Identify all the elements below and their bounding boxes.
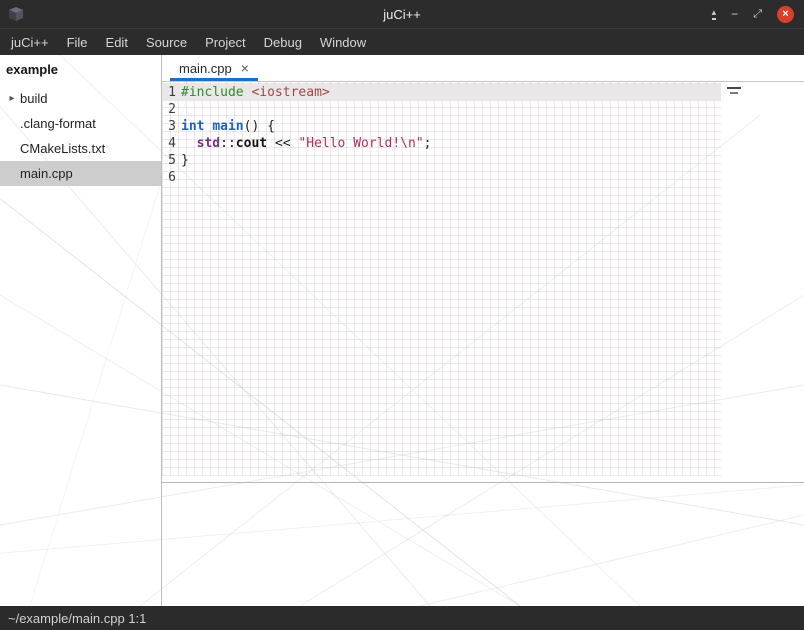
- code-area: 1#include <iostream>23int main() {4 std:…: [162, 84, 804, 186]
- line-number: 3: [162, 118, 176, 135]
- tab-bar: main.cpp ×: [162, 55, 804, 82]
- menu-item-window[interactable]: Window: [311, 29, 375, 55]
- line-number: 5: [162, 152, 176, 169]
- code-line[interactable]: 1#include <iostream>: [162, 84, 721, 101]
- tab-main-cpp[interactable]: main.cpp ×: [170, 55, 258, 81]
- restore-icon[interactable]: ⤢: [753, 9, 762, 20]
- menu-item-edit[interactable]: Edit: [97, 29, 137, 55]
- sidebar: example ▸build .clang-format CMakeLists.tx…: [0, 55, 162, 606]
- line-number: 6: [162, 169, 176, 186]
- code-text: [176, 101, 181, 118]
- output-panel: [162, 483, 804, 606]
- tree-item-label: main.cpp: [20, 166, 73, 181]
- shade-icon[interactable]: ▴: [712, 8, 717, 20]
- code-text: int main() {: [176, 118, 275, 135]
- window-controls: ▴ − ⤢ ×: [712, 6, 804, 23]
- line-number: 2: [162, 101, 176, 118]
- menu-item-juci-[interactable]: juCi++: [2, 29, 58, 55]
- code-line[interactable]: 2: [162, 101, 721, 118]
- code-line[interactable]: 3int main() {: [162, 118, 721, 135]
- menu-item-source[interactable]: Source: [137, 29, 196, 55]
- code-text: std::cout << "Hello World!\n";: [176, 135, 431, 152]
- expander-icon[interactable]: ▸: [0, 93, 20, 104]
- code-line[interactable]: 4 std::cout << "Hello World!\n";: [162, 135, 721, 152]
- tree-item-label: .clang-format: [20, 116, 96, 131]
- tree-item-label: build: [20, 91, 47, 106]
- tree-item-label: CMakeLists.txt: [20, 141, 105, 156]
- project-root-label: example: [0, 55, 161, 86]
- content-area: example ▸build .clang-format CMakeLists.tx…: [0, 55, 804, 606]
- overview-marker: [727, 87, 741, 89]
- status-bar: ~/example/main.cpp 1:1: [0, 606, 804, 630]
- title-bar: juCi++ ▴ − ⤢ ×: [0, 0, 804, 28]
- tree-item--clang-format[interactable]: .clang-format: [0, 111, 161, 136]
- window-title: juCi++: [0, 7, 804, 22]
- code-text: }: [176, 152, 189, 169]
- tab-close-icon[interactable]: ×: [241, 61, 249, 75]
- line-number: 1: [162, 84, 176, 101]
- app-icon: [7, 6, 25, 22]
- code-text: #include <iostream>: [176, 84, 330, 101]
- menu-item-project[interactable]: Project: [196, 29, 254, 55]
- tree-item-main-cpp[interactable]: main.cpp: [0, 161, 161, 186]
- code-line[interactable]: 5}: [162, 152, 721, 169]
- tree-item-cmakelists-txt[interactable]: CMakeLists.txt: [0, 136, 161, 161]
- minimize-icon[interactable]: −: [731, 8, 738, 20]
- app-window: juCi++ ▴ − ⤢ × juCi++FileEditSourceProje…: [0, 0, 804, 630]
- code-editor[interactable]: 1#include <iostream>23int main() {4 std:…: [162, 82, 804, 483]
- menu-item-file[interactable]: File: [58, 29, 97, 55]
- code-text: [176, 169, 181, 186]
- status-file-position: ~/example/main.cpp 1:1: [8, 611, 146, 626]
- code-line[interactable]: 6: [162, 169, 721, 186]
- line-number: 4: [162, 135, 176, 152]
- menu-bar: juCi++FileEditSourceProjectDebugWindow: [0, 28, 804, 55]
- main-panel: main.cpp × 1#include <iostream>23int mai…: [162, 55, 804, 606]
- tab-label: main.cpp: [179, 61, 232, 76]
- file-tree: ▸build .clang-format CMakeLists.txt main.cp…: [0, 86, 161, 186]
- overview-marker: [730, 92, 738, 94]
- menu-item-debug[interactable]: Debug: [255, 29, 311, 55]
- tree-item-build[interactable]: ▸build: [0, 86, 161, 111]
- close-icon[interactable]: ×: [777, 6, 794, 23]
